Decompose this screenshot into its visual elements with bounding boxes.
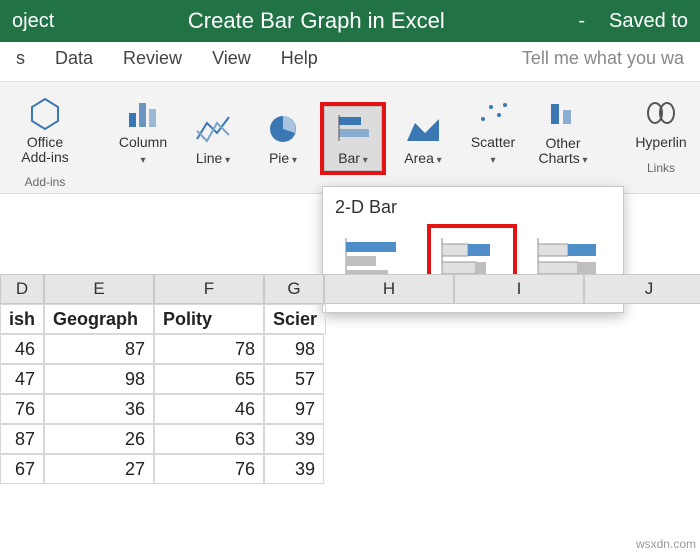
hdr-3[interactable]: Scier	[264, 304, 326, 334]
hdr-1[interactable]: Geograph	[44, 304, 154, 334]
watermark: wsxdn.com	[636, 537, 696, 551]
cell[interactable]: 57	[264, 364, 324, 394]
table-row: 87266339	[0, 424, 700, 454]
table-row: 67277639	[0, 454, 700, 484]
status-sep: -	[578, 10, 585, 33]
title-bar: oject Create Bar Graph in Excel - Saved …	[0, 0, 700, 42]
header-row: ish Geograph Polity Scier	[0, 304, 700, 334]
col-g[interactable]: G	[264, 274, 324, 304]
cell[interactable]: 26	[44, 424, 154, 454]
addins-icon	[25, 95, 65, 131]
cell[interactable]: 97	[264, 394, 324, 424]
cell[interactable]: 87	[0, 424, 44, 454]
tell-me-search[interactable]: Tell me what you wa	[522, 48, 684, 69]
cell[interactable]: 65	[154, 364, 264, 394]
tab-data[interactable]: Data	[55, 48, 93, 69]
cell[interactable]: 98	[264, 334, 324, 364]
area-chart-icon	[403, 111, 443, 147]
col-j[interactable]: J	[584, 274, 700, 304]
cell[interactable]: 36	[44, 394, 154, 424]
col-h[interactable]: H	[324, 274, 454, 304]
cell[interactable]: 39	[264, 424, 324, 454]
menu-tabs: s Data Review View Help Tell me what you…	[0, 42, 700, 82]
group-charts: Column Line Pie Bar Area Scatter	[114, 90, 592, 191]
group-links-label: Links	[647, 161, 675, 175]
tab-view[interactable]: View	[212, 48, 251, 69]
cell[interactable]: 67	[0, 454, 44, 484]
cell[interactable]: 98	[44, 364, 154, 394]
table-row: 47986557	[0, 364, 700, 394]
table-row: 46877898	[0, 334, 700, 364]
area-chart-button[interactable]: Area	[394, 106, 452, 172]
other-charts-icon	[543, 96, 583, 132]
table-row: 76364697	[0, 394, 700, 424]
cell[interactable]: 27	[44, 454, 154, 484]
project-label: oject	[12, 10, 54, 33]
pie-chart-button[interactable]: Pie	[254, 106, 312, 172]
bar-chart-button[interactable]: Bar	[324, 106, 382, 172]
cell[interactable]: 63	[154, 424, 264, 454]
hyperlink-button[interactable]: Hyperlin	[628, 90, 694, 155]
col-i[interactable]: I	[454, 274, 584, 304]
line-chart-button[interactable]: Line	[184, 106, 242, 172]
pie-chart-icon	[263, 111, 303, 147]
ribbon: Office Add-ins Add-ins Column Line Pie B…	[0, 82, 700, 194]
cell[interactable]: 76	[0, 394, 44, 424]
col-f[interactable]: F	[154, 274, 264, 304]
dropdown-section-title: 2-D Bar	[335, 197, 611, 218]
hdr-0[interactable]: ish	[0, 304, 44, 334]
cell[interactable]: 46	[0, 334, 44, 364]
column-letter-row: D E F G H I J	[0, 274, 700, 304]
col-d[interactable]: D	[0, 274, 44, 304]
cell[interactable]: 87	[44, 334, 154, 364]
cell[interactable]: 47	[0, 364, 44, 394]
cell[interactable]: 39	[264, 454, 324, 484]
scatter-chart-button[interactable]: Scatter	[464, 90, 522, 171]
group-addins-label: Add-ins	[25, 175, 66, 189]
bar-chart-icon	[333, 111, 373, 147]
office-addins-button[interactable]: Office Add-ins	[12, 90, 78, 169]
column-chart-icon	[123, 95, 163, 131]
tab-review[interactable]: Review	[123, 48, 182, 69]
save-status: Saved to	[609, 10, 688, 33]
cell[interactable]: 46	[154, 394, 264, 424]
tab-fragment[interactable]: s	[16, 48, 25, 69]
column-chart-button[interactable]: Column	[114, 90, 172, 171]
group-links: Hyperlin Links	[628, 90, 694, 175]
tab-help[interactable]: Help	[281, 48, 318, 69]
cell[interactable]: 76	[154, 454, 264, 484]
hdr-2[interactable]: Polity	[154, 304, 264, 334]
col-e[interactable]: E	[44, 274, 154, 304]
group-addins: Office Add-ins Add-ins	[12, 90, 78, 189]
hyperlink-icon	[641, 95, 681, 131]
spreadsheet-grid[interactable]: D E F G H I J ish Geograph Polity Scier …	[0, 274, 700, 484]
cell[interactable]: 78	[154, 334, 264, 364]
line-chart-icon	[193, 111, 233, 147]
scatter-chart-icon	[473, 95, 513, 131]
document-title: Create Bar Graph in Excel	[78, 8, 554, 34]
other-charts-button[interactable]: Other Charts	[534, 91, 592, 171]
